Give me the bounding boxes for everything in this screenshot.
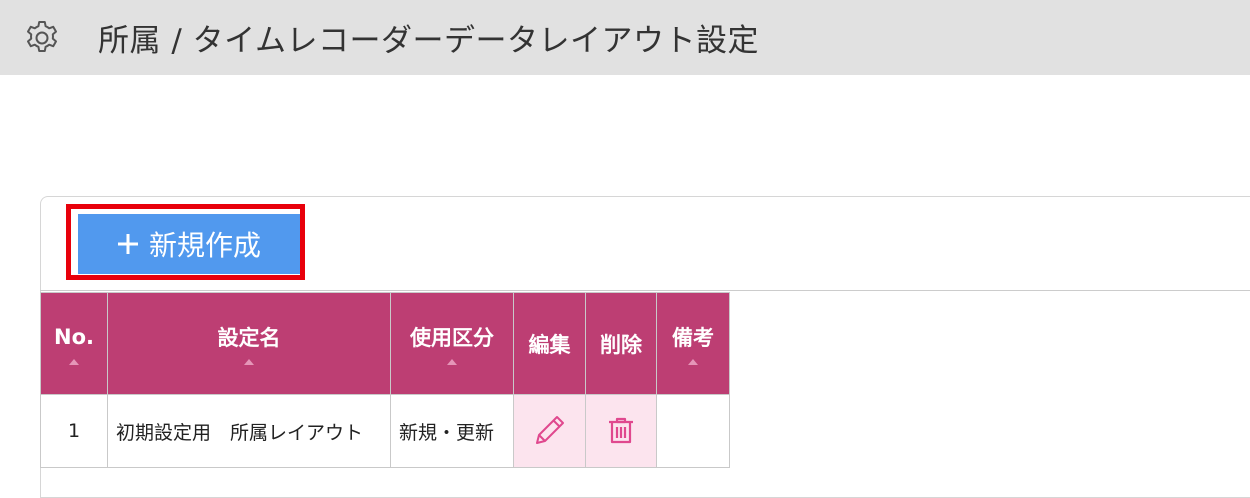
column-header-usage[interactable]: 使用区分 (390, 292, 514, 395)
column-header-label: 使用区分 (410, 325, 494, 350)
layout-table: No. 設定名 使用区分 編集 削除 備考 1 初期設定用 所属レイアウト 新規… (40, 292, 730, 468)
table-header-row: No. 設定名 使用区分 編集 削除 備考 (40, 292, 730, 395)
column-header-note[interactable]: 備考 (656, 292, 730, 395)
table-row: 1 初期設定用 所属レイアウト 新規・更新 (40, 394, 730, 468)
cell-note (656, 394, 730, 468)
cell-no: 1 (40, 394, 108, 468)
column-header-name[interactable]: 設定名 (107, 292, 391, 395)
column-header-label: 備考 (672, 325, 714, 350)
sort-icon (688, 359, 698, 365)
new-create-label: 新規作成 (148, 229, 261, 262)
column-header-no[interactable]: No. (40, 292, 108, 395)
cell-delete (585, 394, 657, 468)
cell-edit (513, 394, 586, 468)
column-header-delete: 削除 (585, 292, 657, 395)
pencil-icon[interactable] (530, 410, 570, 450)
trash-icon[interactable] (601, 410, 641, 450)
sort-icon (447, 359, 457, 365)
plus-icon (117, 228, 139, 260)
page-header: 所属 / タイムレコーダーデータレイアウト設定 (0, 0, 1250, 75)
cell-usage: 新規・更新 (390, 394, 514, 468)
column-header-label: 削除 (600, 332, 642, 357)
column-header-label: 設定名 (217, 325, 281, 350)
page-title: 所属 / タイムレコーダーデータレイアウト設定 (98, 23, 760, 59)
column-header-label: No. (54, 324, 94, 349)
divider (40, 290, 1250, 291)
sort-icon (244, 359, 254, 365)
new-create-button[interactable]: 新規作成 (78, 214, 300, 274)
column-header-edit: 編集 (513, 292, 586, 395)
cell-name: 初期設定用 所属レイアウト (107, 394, 391, 468)
column-header-label: 編集 (528, 332, 571, 357)
gear-icon (22, 18, 62, 58)
sort-icon (69, 359, 79, 365)
